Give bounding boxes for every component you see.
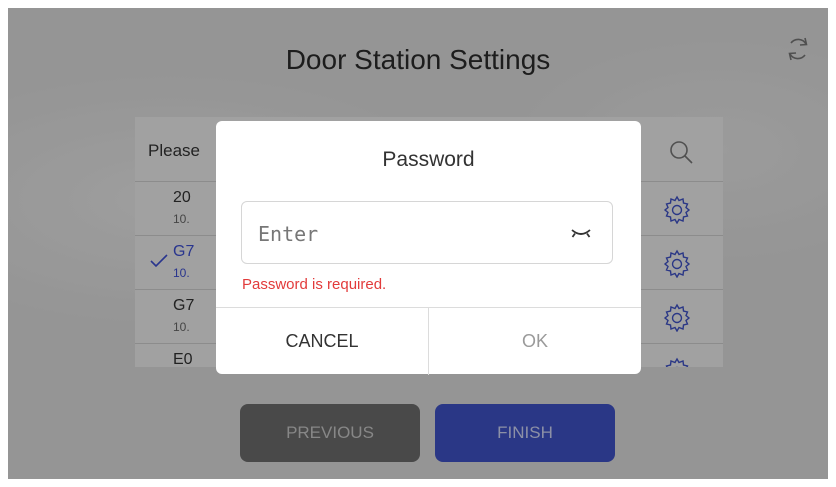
password-input[interactable] bbox=[256, 214, 560, 254]
dialog-title: Password bbox=[382, 148, 475, 171]
dialog-footer: CANCEL OK bbox=[216, 307, 641, 375]
error-message: Password is required. bbox=[242, 276, 387, 293]
cancel-button[interactable]: CANCEL bbox=[216, 308, 429, 375]
eye-closed-icon[interactable] bbox=[570, 224, 592, 242]
password-dialog: Password Password is required. CANCEL OK bbox=[216, 121, 641, 375]
ok-button[interactable]: OK bbox=[429, 308, 641, 375]
password-field[interactable] bbox=[241, 201, 613, 264]
